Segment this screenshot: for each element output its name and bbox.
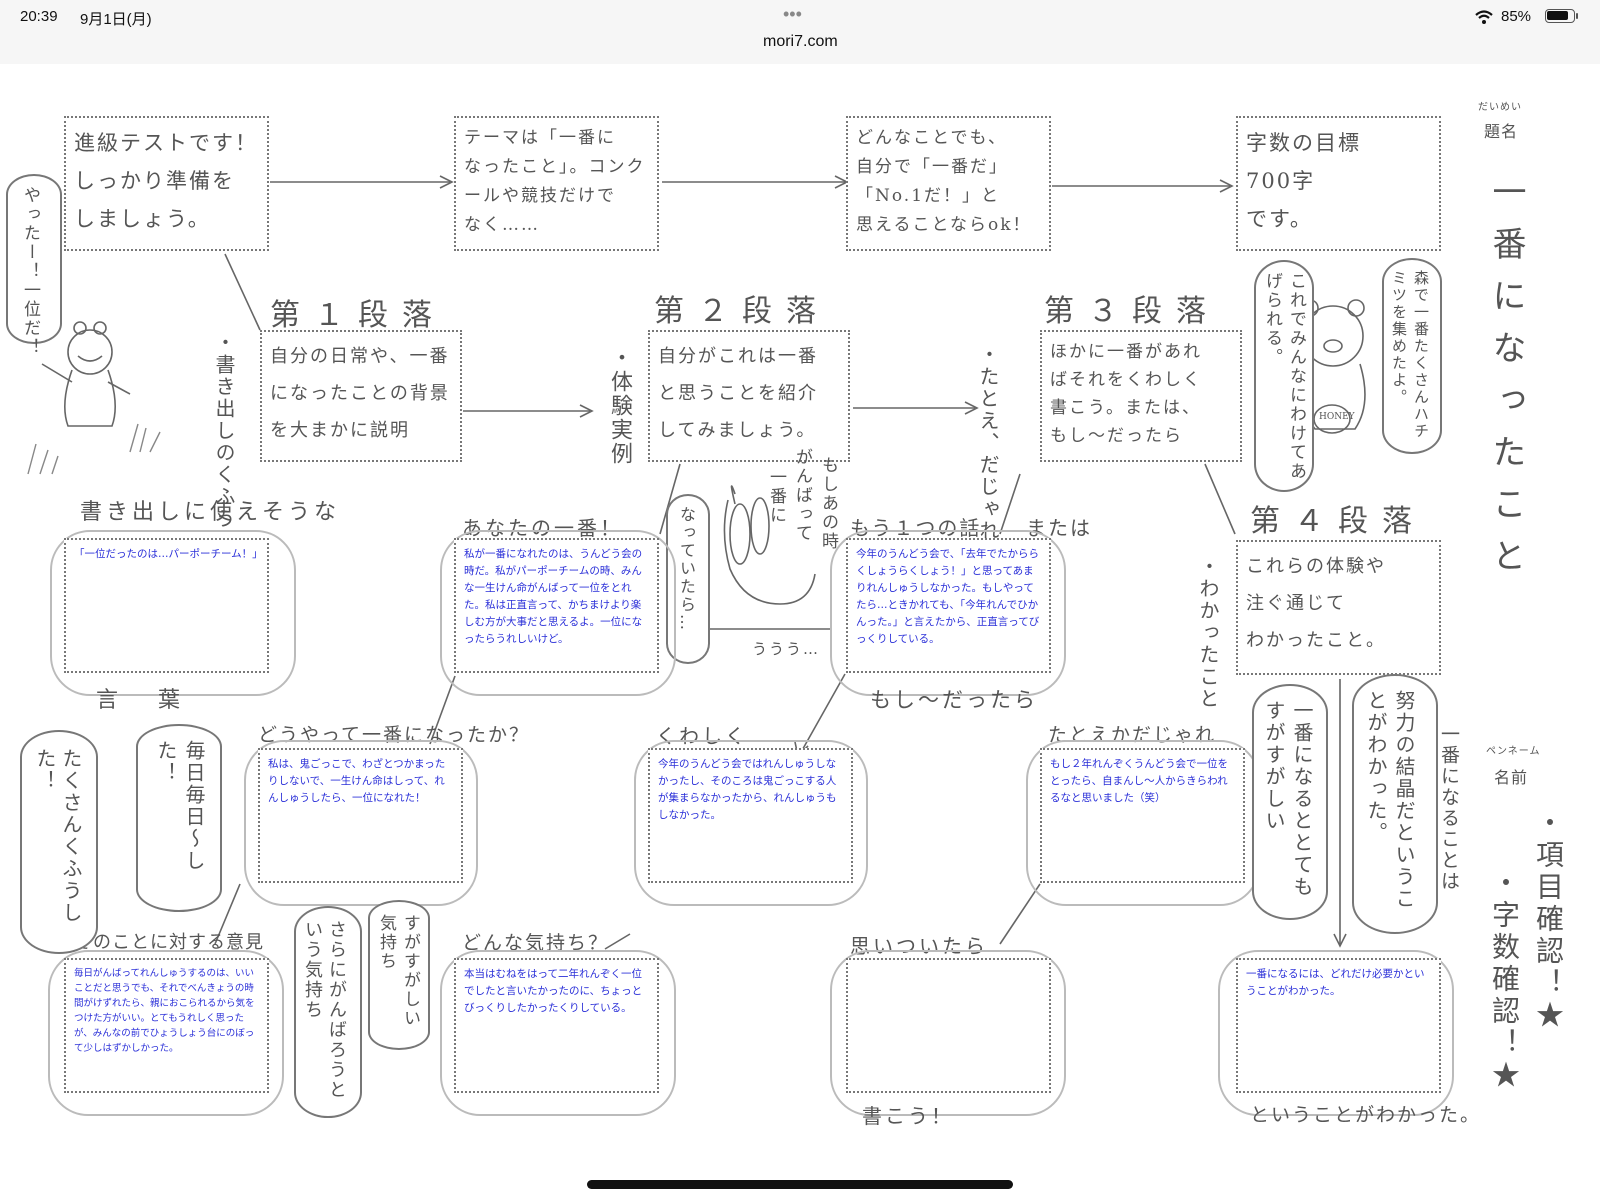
left-bubble-text-2: 毎日毎日〜した！ xyxy=(154,740,206,872)
paragraph-4-heading: 第４段落 xyxy=(1250,504,1426,539)
kimochi-answer-text: 本当はむねをはって二年れんぞく一位でしたと言いたかったのに、ちょっとびっくりした… xyxy=(464,968,643,1014)
kakidashi-answer-box[interactable]: 「一位だったのは…パーポーチーム！」 xyxy=(64,538,269,673)
kuwashiku-answer-box[interactable]: 今年のうんどう会ではれんしゅうしなかったし、そのころは鬼ごっこする人が集まらなか… xyxy=(648,748,853,883)
middle-bubble-2: すがすがしい気持ち xyxy=(368,900,430,1050)
right-bubble-2: 努力の結晶だということがわかった。 xyxy=(1352,674,1438,934)
right-bubble-text-2: 努力の結晶だということがわかった。 xyxy=(1364,690,1416,910)
worksheet-page: 進級テストです！ しっかり準備を しましょう。 テーマは「一番に なったこと」。… xyxy=(0,64,1600,1200)
middle-bubble-text-1: さらにがんばろうという気持ち xyxy=(302,920,347,1100)
paragraph-3-heading: 第３段落 xyxy=(1044,294,1220,329)
omoitsuitara-answer-box[interactable] xyxy=(846,958,1051,1093)
battery-icon xyxy=(1545,9,1575,23)
bear-speech-text-1: これでみんなにわけてあげられる。 xyxy=(1262,272,1306,481)
paragraph-4-side-note: ・わかったこと xyxy=(1196,556,1220,710)
rabbit-bubble-text-3: 一番に xyxy=(766,468,786,525)
bear-speech-bubble-2: 森で一番たくさんハチミツを集めたよ。 xyxy=(1382,258,1442,454)
paragraph-4-text: これらの体験や 注ぐ通じて わかったこと。 xyxy=(1246,556,1386,651)
intro-text: 進級テストです！ しっかり準備を しましょう。 xyxy=(74,131,258,231)
rabbit-moan-text: ううう… xyxy=(752,640,821,658)
status-time: 20:39 xyxy=(20,8,58,25)
title-furigana: だいめい xyxy=(1478,102,1522,113)
honey-pot-label: HONEY xyxy=(1319,412,1355,422)
paragraph-3-box: ほかに一番があれ ばそれをくわしく 書こう。または、 もし〜だったら xyxy=(1040,330,1242,462)
intro-box: 進級テストです！ しっかり準備を しましょう。 xyxy=(64,116,269,251)
wakatta-answer-text: 一番になるには、どれだけ必要かということがわかった。 xyxy=(1246,968,1425,997)
middle-bubble-text-2: すがすがしい気持ち xyxy=(376,914,420,1028)
theme-text: テーマは「一番に なったこと」。コンク ールや競技だけで なく…… xyxy=(464,128,646,235)
title-label: 題名 xyxy=(1484,122,1519,141)
more-dots-icon[interactable]: ••• xyxy=(783,4,802,25)
paragraph-1-box: 自分の日常や、一番 になったことの背景 を大まかに説明 xyxy=(260,330,462,462)
bear-speech-bubble-1: これでみんなにわけてあげられる。 xyxy=(1254,260,1314,492)
paragraph-1-heading: 第１段落 xyxy=(270,298,446,333)
bear-speech-text-2: 森で一番たくさんハチミツを集めたよ。 xyxy=(1390,270,1430,440)
rabbit-bubble-text-2: がんばって xyxy=(792,448,812,543)
wakatta-label-bottom: ということがわかった。 xyxy=(1250,1104,1482,1126)
right-bubble-1: 一番になるととてもすがすがしい xyxy=(1252,684,1328,920)
left-bubble-1: たくさんくふうした！ xyxy=(20,730,98,954)
paragraph-3-text: ほかに一番があれ ばそれをくわしく 書こう。または、 もし〜だったら xyxy=(1050,342,1202,446)
grass-doodle-icon xyxy=(27,423,161,475)
address-url[interactable]: mori7.com xyxy=(763,33,838,51)
frog-speech-text: やったー！一位だ！ xyxy=(20,186,40,357)
mou-hitotsu-answer-text: 今年のうんどう会で、「去年でたかららくしょうらくしょう！」と思ってあまりれんしゅ… xyxy=(856,548,1040,645)
paragraph-2-text: 自分がこれは一番 と思うことを紹介 してみましょう。 xyxy=(658,346,818,441)
iken-answer-box[interactable]: 毎日がんばってれんしゅうするのは、いいことだと思うでも、それでべんきょうの時間が… xyxy=(64,958,269,1093)
wakatta-answer-box[interactable]: 一番になるには、どれだけ必要かということがわかった。 xyxy=(1236,958,1441,1093)
douyatte-answer-text: 私は、鬼ごっこで、わざとつかまったりしないで、一生けん命はしって、れんしゅうした… xyxy=(268,758,446,804)
checklist-item-1: ・項目確認！★ xyxy=(1532,808,1565,1032)
frog-speech-bubble: やったー！一位だ！ xyxy=(6,174,62,357)
battery-percent: 85% xyxy=(1501,8,1532,25)
moshi-dattara-label: もし〜だったら xyxy=(870,688,1038,712)
anata-answer-text: 私が一番になれたのは、うんどう会の時だ。私がパーポーチームの時、みんな一生けん命… xyxy=(464,548,643,645)
iken-answer-text: 毎日がんばってれんしゅうするのは、いいことだと思うでも、それでべんきょうの時間が… xyxy=(74,968,255,1054)
paragraph-4-box: これらの体験や 注ぐ通じて わかったこと。 xyxy=(1236,540,1441,675)
paragraph-3-side-note: ・たとえ、だじゃれ xyxy=(976,344,1000,542)
right-bubble-text-1: 一番になるととてもすがすがしい xyxy=(1262,700,1314,898)
kakidashi-label: 書き出しに使えそうな xyxy=(80,500,341,525)
wifi-icon xyxy=(1475,10,1493,24)
left-bubble-2: 毎日毎日〜した！ xyxy=(136,724,222,912)
tatoeka-answer-text: もし２年れんぞくうんどう会で一位をとったら、自まんし〜人からきらわれるなと思いま… xyxy=(1050,758,1228,804)
anata-answer-box[interactable]: 私が一番になれたのは、うんどう会の時だ。私がパーポーチームの時、みんな一生けん命… xyxy=(454,538,659,673)
theme-box: テーマは「一番に なったこと」。コンク ールや競技だけで なく…… xyxy=(454,116,659,251)
middle-bubble-1: さらにがんばろうという気持ち xyxy=(294,906,362,1118)
tatoeka-answer-box[interactable]: もし２年れんぞくうんどう会で一位をとったら、自まんし〜人からきらわれるなと思いま… xyxy=(1040,748,1245,883)
right-bubble-text-3: 一番になることは xyxy=(1438,724,1460,892)
paragraph-2-side-note: ・体験実例 xyxy=(607,346,632,466)
home-indicator[interactable] xyxy=(587,1180,1013,1189)
kakou-label: 書こう！ xyxy=(862,1104,954,1128)
word-count-goal-text: 字数の目標 700字 です。 xyxy=(1246,131,1361,231)
pen-name-label: ペンネーム xyxy=(1486,746,1541,757)
rabbit-bubble-text-1: もしあの時 xyxy=(818,456,838,551)
anything-ok-text: どんなことでも、 自分で「一番だ」 「No.1だ！」と 思えることならok！ xyxy=(856,128,1032,235)
anything-ok-box: どんなことでも、 自分で「一番だ」 「No.1だ！」と 思えることならok！ xyxy=(846,116,1051,251)
kakidashi-label-bottom: 言葉 xyxy=(96,688,221,713)
paragraph-2-box: 自分がこれは一番 と思うことを紹介 してみましょう。 xyxy=(648,330,850,462)
browser-status-bar: 20:39 9月1日(月) ••• mori7.com 85% xyxy=(0,0,1600,65)
paragraph-1-text: 自分の日常や、一番 になったことの背景 を大まかに説明 xyxy=(270,346,450,441)
kimochi-answer-box[interactable]: 本当はむねをはって二年れんぞく一位でしたと言いたかったのに、ちょっとびっくりした… xyxy=(454,958,659,1093)
left-bubble-text-1: たくさんくふうした！ xyxy=(33,748,83,924)
kakidashi-answer-text: 「一位だったのは…パーポーチーム！」 xyxy=(74,548,263,560)
paragraph-2-heading: 第２段落 xyxy=(654,294,830,329)
essay-title: 一番になったこと xyxy=(1486,174,1526,590)
name-label: 名前 xyxy=(1494,768,1529,787)
checklist-item-2: ・字数確認！★ xyxy=(1488,868,1521,1092)
status-date: 9月1日(月) xyxy=(80,11,152,28)
frog-drawing-icon xyxy=(41,321,131,427)
kuwashiku-answer-text: 今年のうんどう会ではれんしゅうしなかったし、そのころは鬼ごっこする人が集まらなか… xyxy=(658,758,837,821)
douyatte-answer-box[interactable]: 私は、鬼ごっこで、わざとつかまったりしないで、一生けん命はしって、れんしゅうした… xyxy=(258,748,463,883)
word-count-goal-box: 字数の目標 700字 です。 xyxy=(1236,116,1441,251)
mou-hitotsu-answer-box[interactable]: 今年のうんどう会で、「去年でたかららくしょうらくしょう！」と思ってあまりれんしゅ… xyxy=(846,538,1051,673)
rabbit-bubble-text-4: なっていたら… xyxy=(677,506,696,632)
